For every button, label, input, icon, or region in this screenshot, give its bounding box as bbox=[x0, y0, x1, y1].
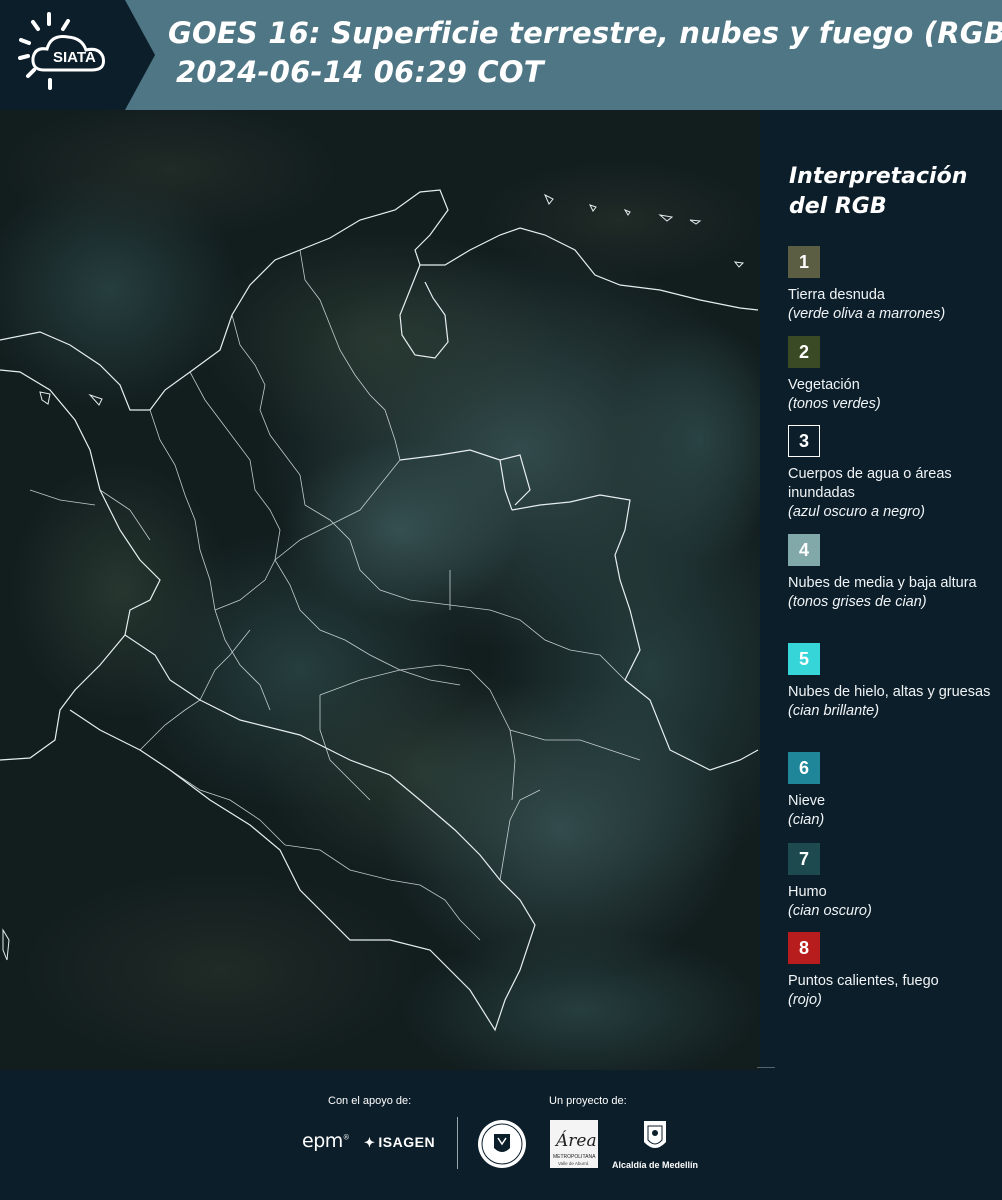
legend-sublabel: (tonos verdes) bbox=[788, 396, 881, 412]
legend-label: Nubes de hielo, altas y gruesas bbox=[788, 684, 991, 700]
legend-label: Puntos calientes, fuego bbox=[788, 973, 939, 989]
legend-sublabel: (cian) bbox=[788, 812, 825, 828]
legend-item-vegetation: 2 Vegetación (tonos verdes) bbox=[788, 336, 998, 414]
legend-item-bare-soil: 1 Tierra desnuda (verde oliva a marrones… bbox=[788, 246, 998, 324]
area-logo-text: Área bbox=[554, 1130, 597, 1151]
siata-logo: SIATA bbox=[0, 0, 155, 110]
legend-label: Nubes de media y baja altura bbox=[788, 575, 977, 591]
legend-item-fire: 8 Puntos calientes, fuego (rojo) bbox=[788, 932, 998, 1010]
legend-swatch-2: 2 bbox=[788, 336, 820, 368]
epm-logo: epm® bbox=[302, 1130, 350, 1152]
legend-label: Tierra desnuda bbox=[788, 287, 885, 303]
isagen-logo: ✦ ISAGEN bbox=[364, 1134, 435, 1151]
legend-item-smoke: 7 Humo (cian oscuro) bbox=[788, 843, 998, 921]
legend-swatch-3: 3 bbox=[788, 425, 820, 457]
legend-swatch-1: 1 bbox=[788, 246, 820, 278]
seal-icon bbox=[478, 1120, 526, 1168]
isagen-icon: ✦ bbox=[364, 1135, 376, 1150]
satellite-map[interactable] bbox=[0, 110, 760, 1070]
footer: Con el apoyo de: Un proyecto de: epm® ✦ I… bbox=[0, 1070, 1002, 1200]
page-title: GOES 16: Superficie terrestre, nubes y f… bbox=[168, 16, 1002, 50]
divider bbox=[757, 1067, 775, 1068]
legend-item-snow: 6 Nieve (cian) bbox=[788, 752, 998, 830]
legend-item-water: 3 Cuerpos de agua o áreas inundadas (azu… bbox=[788, 425, 998, 522]
legend-sublabel: (cian oscuro) bbox=[788, 903, 872, 919]
legend-sublabel: (cian brillante) bbox=[788, 703, 880, 719]
legend-sublabel: (verde oliva a marrones) bbox=[788, 306, 946, 322]
legend-item-ice-clouds: 5 Nubes de hielo, altas y gruesas (cian … bbox=[788, 643, 998, 721]
legend-item-low-clouds: 4 Nubes de media y baja altura (tonos gr… bbox=[788, 534, 998, 612]
legend-sublabel: (azul oscuro a negro) bbox=[788, 504, 926, 520]
legend-swatch-6: 6 bbox=[788, 752, 820, 784]
legend-swatch-4: 4 bbox=[788, 534, 820, 566]
legend-swatch-8: 8 bbox=[788, 932, 820, 964]
header-bar: SIATA GOES 16: Superficie terrestre, nub… bbox=[0, 0, 1002, 110]
legend-swatch-7: 7 bbox=[788, 843, 820, 875]
area-logo-sub1: METROPOLITANA bbox=[553, 1154, 596, 1160]
isagen-text: ISAGEN bbox=[378, 1134, 436, 1150]
timestamp: 2024-06-14 06:29 COT bbox=[176, 55, 544, 89]
epm-text: epm bbox=[302, 1130, 343, 1152]
legend-sublabel: (rojo) bbox=[788, 992, 822, 1008]
legend-label: Nieve bbox=[788, 793, 826, 809]
legend-label: Cuerpos de agua o áreas inundadas bbox=[788, 466, 952, 501]
legend-label: Humo bbox=[788, 884, 827, 900]
legend-swatch-5: 5 bbox=[788, 643, 820, 675]
project-label: Un proyecto de: bbox=[549, 1095, 627, 1107]
alcaldia-label: Alcaldía de Medellín bbox=[612, 1160, 699, 1170]
legend-sublabel: (tonos grises de cian) bbox=[788, 594, 927, 610]
alcaldia-shield-icon bbox=[644, 1121, 666, 1148]
area-logo-sub2: Valle de Aburrá bbox=[558, 1161, 589, 1166]
legend-label: Vegetación bbox=[788, 377, 860, 393]
support-label: Con el apoyo de: bbox=[328, 1095, 412, 1107]
legend-panel: Interpretación del RGB 1 Tierra desnuda … bbox=[760, 110, 1002, 1068]
footer-divider bbox=[457, 1117, 458, 1169]
siata-logo-text: SIATA bbox=[53, 49, 96, 66]
area-metropolitana-logo: Área METROPOLITANA Valle de Aburrá bbox=[550, 1120, 598, 1168]
legend-title: Interpretación del RGB bbox=[789, 164, 968, 219]
